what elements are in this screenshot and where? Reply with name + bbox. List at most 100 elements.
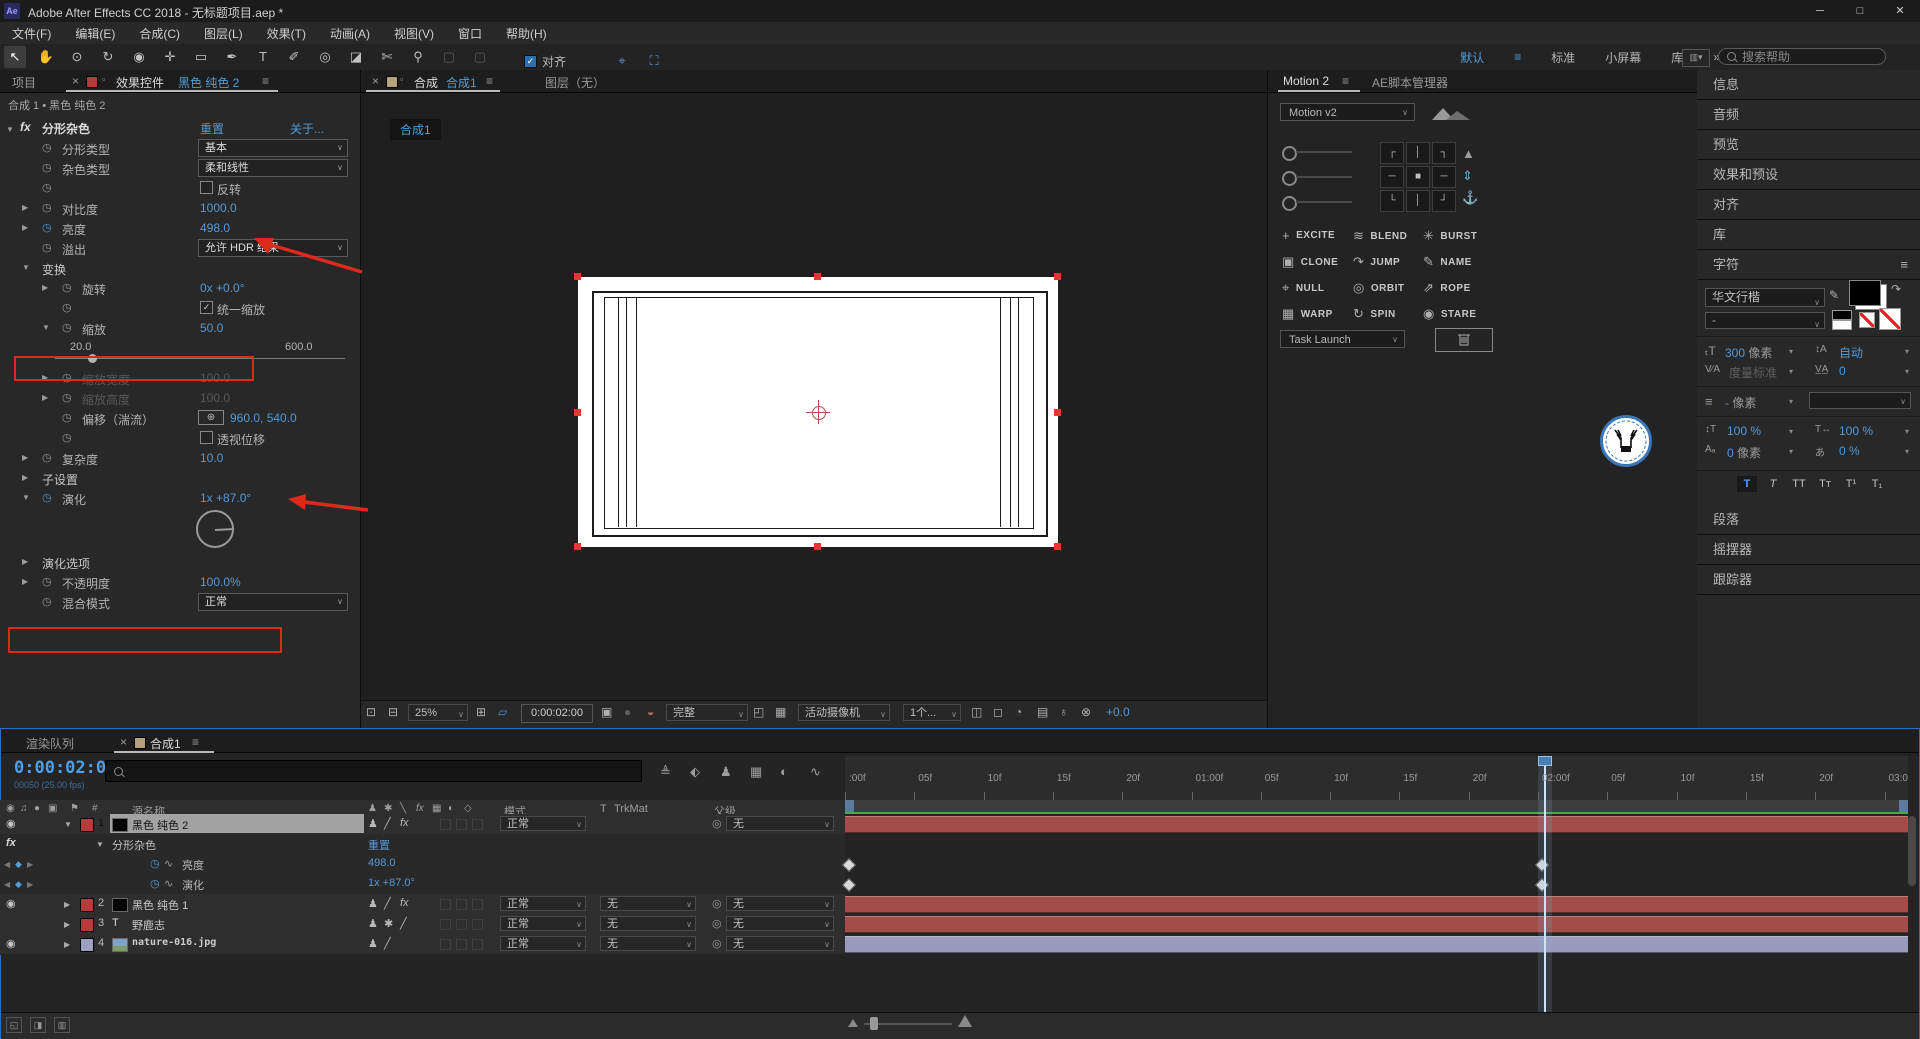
tracking-value[interactable]: 0	[1839, 364, 1846, 378]
next-keyframe-icon[interactable]: ▶	[27, 860, 33, 869]
active-camera-dropdown[interactable]: 活动摄像机 ∨	[798, 704, 890, 721]
param-value[interactable]: 50.0	[200, 321, 223, 335]
lock-icon[interactable]: ▫	[102, 74, 105, 84]
kerning-chevron[interactable]: ▾	[1789, 367, 1793, 376]
param-value[interactable]: 100.0%	[200, 575, 241, 589]
stopwatch-icon[interactable]: ◷	[150, 857, 160, 870]
stopwatch-icon[interactable]: ◷	[42, 161, 52, 174]
selection-handle[interactable]	[1054, 543, 1061, 550]
layer-name[interactable]: 黑色 纯色 2	[132, 817, 188, 833]
sidebar-panel-预览[interactable]: 预览	[1697, 130, 1920, 160]
layer-switch-icon[interactable]: ♟	[368, 897, 378, 910]
eye-icon[interactable]: ◉	[6, 897, 16, 910]
switch-cell[interactable]	[472, 919, 483, 930]
stopwatch-icon[interactable]: ◷	[42, 595, 52, 608]
show-snapshot-icon[interactable]: ●	[624, 705, 631, 719]
motion-button-null[interactable]: ⌖ NULL	[1282, 280, 1325, 296]
layer-switch-icon[interactable]: ╱	[400, 917, 407, 930]
eraser-tool[interactable]: ◪	[345, 46, 367, 68]
tab-layer[interactable]: 图层（无）	[545, 74, 605, 91]
motion-preset-dropdown[interactable]: Motion v2 ∨	[1280, 103, 1415, 121]
switch-cell[interactable]	[440, 819, 451, 830]
parent-dropdown[interactable]: 无 ∨	[726, 936, 834, 951]
keyframe-toggle-icon[interactable]: ◆	[15, 879, 22, 890]
selection-tool[interactable]: ↖	[4, 46, 26, 68]
graph-icon[interactable]: ∿	[164, 857, 173, 870]
layer-duration-bar[interactable]	[845, 816, 1908, 833]
rocket-icon[interactable]: ▲	[1462, 146, 1475, 161]
no-stroke-swatch[interactable]	[1879, 308, 1901, 330]
motion-button-burst[interactable]: ✳ BURST	[1423, 228, 1477, 244]
leading-chevron[interactable]: ▾	[1905, 347, 1909, 356]
fill-color-swatch[interactable]	[1849, 280, 1881, 306]
effect-about-link[interactable]: 关于...	[290, 120, 324, 137]
stroke-mini-swatch[interactable]	[1832, 320, 1852, 330]
layer-switch-icon[interactable]: ♟	[368, 937, 378, 950]
shape-tool[interactable]: ▭	[190, 46, 212, 68]
param-checkbox[interactable]: ✓	[200, 301, 213, 314]
menu-item[interactable]: 窗口	[458, 25, 482, 42]
sidebar-panel-character[interactable]: 字符 ≡	[1697, 250, 1920, 280]
effect-name[interactable]: 分形杂色	[112, 837, 156, 853]
prev-keyframe-icon[interactable]: ◀	[4, 880, 10, 889]
faux-style-button[interactable]: T	[1737, 476, 1757, 492]
tab-effect-controls[interactable]: 效果控件	[116, 74, 164, 91]
tab-motion[interactable]: Motion 2	[1283, 74, 1329, 88]
expander-icon[interactable]: ▼	[42, 321, 50, 332]
rotation-tool[interactable]: ↻	[97, 46, 119, 68]
graph-icon[interactable]: ∿	[164, 877, 173, 890]
switch-cell[interactable]	[456, 939, 467, 950]
view-layout-icon[interactable]: ◫	[971, 705, 982, 719]
time-ruler[interactable]	[845, 756, 1908, 801]
expand-layer-switches-icon[interactable]: ◱	[6, 1017, 22, 1033]
baseline-chevron[interactable]: ▾	[1789, 447, 1793, 456]
selection-handle[interactable]	[574, 543, 581, 550]
motion-slider-track[interactable]	[1296, 176, 1352, 178]
param-value[interactable]: 498.0	[200, 221, 230, 235]
tab-timeline-comp[interactable]: 合成1	[150, 735, 181, 752]
channels-icon[interactable]: ◒	[647, 705, 654, 719]
faux-style-button[interactable]: Tт	[1815, 476, 1835, 492]
param-checkbox[interactable]	[200, 181, 213, 194]
param-value[interactable]: 1000.0	[200, 201, 237, 215]
expander-icon[interactable]: ▶	[42, 281, 48, 292]
parent-dropdown[interactable]: 无 ∨	[726, 896, 834, 911]
transparency-grid-icon[interactable]: ▦	[775, 705, 786, 719]
work-area-bar[interactable]	[845, 800, 1908, 812]
parent-pickwhip-icon[interactable]: ◎	[712, 917, 722, 930]
exposure-value[interactable]: +0.0	[1106, 705, 1130, 719]
expander-icon[interactable]: ▶	[42, 391, 48, 402]
layer-switch-icon[interactable]: fx	[400, 897, 409, 909]
param-value[interactable]: 960.0, 540.0	[230, 411, 297, 425]
anchor-grid-button[interactable]: │	[1406, 190, 1430, 212]
magnification-dropdown[interactable]: 25% ∨	[408, 704, 468, 721]
effect-name[interactable]: 分形杂色	[42, 120, 90, 137]
property-value[interactable]: 1x +87.0°	[368, 877, 415, 889]
param-dropdown[interactable]: 基本 ∨	[198, 139, 348, 157]
fast-previews-icon[interactable]: ◔	[1015, 705, 1022, 719]
stopwatch-icon[interactable]: ◷	[42, 201, 52, 214]
align-checkbox[interactable]: ✓	[524, 54, 537, 68]
pen-tool[interactable]: ✒	[221, 46, 243, 68]
sidebar-panel-库[interactable]: 库	[1697, 220, 1920, 250]
stopwatch-icon[interactable]: ◷	[42, 575, 52, 588]
menu-item[interactable]: 合成(C)	[139, 25, 180, 42]
type-tool[interactable]: T	[252, 46, 274, 68]
expander-icon[interactable]: ▶	[64, 920, 70, 929]
brush-tool[interactable]: ✐	[283, 46, 305, 68]
switch-cell[interactable]	[440, 899, 451, 910]
lock-icon[interactable]: ▣	[48, 803, 57, 814]
pixel-aspect-icon[interactable]: ◻	[993, 705, 1003, 719]
param-value[interactable]: 1x +87.0°	[200, 491, 251, 505]
workspace-menu-icon[interactable]: ▥▾	[1682, 49, 1710, 67]
expand-inout-icon[interactable]: ▥	[54, 1017, 70, 1033]
layer-switch-icon[interactable]: ╱	[384, 817, 391, 830]
snapping-icon[interactable]: ⌖	[611, 50, 633, 72]
hscale-chevron[interactable]: ▾	[1905, 427, 1909, 436]
anchor-point-icon[interactable]	[812, 406, 826, 420]
swap-fill-stroke-icon[interactable]: ↷	[1891, 282, 1901, 296]
clone-stamp-tool[interactable]: ◎	[314, 46, 336, 68]
align-toggle[interactable]: ✓ 对齐 ⌖ ⛶	[524, 50, 665, 72]
motion-slider-track[interactable]	[1296, 151, 1352, 153]
draft-3d-icon[interactable]: ⬖	[690, 764, 700, 780]
